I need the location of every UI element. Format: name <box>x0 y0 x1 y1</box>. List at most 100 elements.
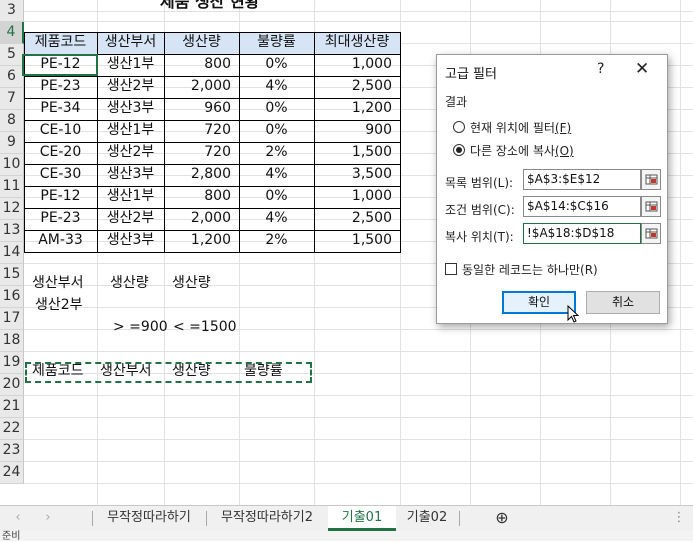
table-cell[interactable]: 생산3부 <box>97 164 164 186</box>
table-cell[interactable]: 2,000 <box>164 76 239 98</box>
row-header-22[interactable]: 22 <box>0 418 24 440</box>
table-cell[interactable]: PE-23 <box>24 208 97 230</box>
row-header-9[interactable]: 9 <box>0 132 24 154</box>
ok-button[interactable]: 확인 <box>502 291 576 314</box>
table-header-cell[interactable]: 생산부서 <box>97 32 164 54</box>
row-header-21[interactable]: 21 <box>0 396 24 418</box>
table-cell[interactable]: 4% <box>239 208 314 230</box>
criteria-header-qty2[interactable]: 생산량 <box>164 273 244 295</box>
row-header-23[interactable]: 23 <box>0 440 24 462</box>
radio-copy-to-other-label[interactable]: 다른 장소에 복사(O) <box>470 142 574 159</box>
copy-to-input[interactable]: !$A$18:$D$18 <box>523 223 641 244</box>
copy-to-ref-button[interactable] <box>641 223 661 244</box>
criteria-value-max[interactable]: < =1500 <box>165 317 245 339</box>
table-cell[interactable]: 생산1부 <box>97 186 164 208</box>
table-cell[interactable]: 1,500 <box>314 142 400 164</box>
table-cell[interactable]: 2,500 <box>314 76 400 98</box>
table-cell[interactable]: 720 <box>164 142 239 164</box>
table-cell[interactable]: AM-33 <box>24 230 97 252</box>
row-header-7[interactable]: 7 <box>0 88 24 110</box>
criteria-range-input[interactable]: $A$14:$C$16 <box>523 196 641 217</box>
table-cell[interactable]: 960 <box>164 98 239 120</box>
table-cell[interactable]: 4% <box>239 76 314 98</box>
table-cell[interactable]: CE-10 <box>24 120 97 142</box>
table-cell[interactable]: 생산3부 <box>97 98 164 120</box>
table-cell[interactable]: 0% <box>239 120 314 142</box>
table-cell[interactable]: 800 <box>164 186 239 208</box>
table-cell[interactable]: 생산1부 <box>97 54 164 76</box>
row-header-12[interactable]: 12 <box>0 198 24 220</box>
table-cell[interactable]: 3,500 <box>314 164 400 186</box>
radio-copy-to-other[interactable] <box>453 144 465 156</box>
table-cell[interactable]: 생산2부 <box>97 208 164 230</box>
radio-filter-in-place[interactable] <box>453 121 465 133</box>
row-header-10[interactable]: 10 <box>0 154 24 176</box>
table-cell[interactable]: 0% <box>239 54 314 76</box>
table-cell[interactable]: CE-30 <box>24 164 97 186</box>
cancel-button[interactable]: 취소 <box>586 291 660 314</box>
row-header-16[interactable]: 16 <box>0 286 24 308</box>
row-header-24[interactable]: 24 <box>0 462 24 484</box>
row-header-18[interactable]: 18 <box>0 330 24 352</box>
table-header-cell[interactable]: 최대생산량 <box>314 32 400 54</box>
list-range-ref-button[interactable] <box>641 169 661 190</box>
table-cell[interactable]: 생산1부 <box>97 120 164 142</box>
table-cell[interactable]: PE-34 <box>24 98 97 120</box>
table-cell[interactable]: 2,800 <box>164 164 239 186</box>
table-cell[interactable]: PE-12 <box>24 186 97 208</box>
table-cell[interactable]: 1,000 <box>314 54 400 76</box>
table-cell[interactable]: 0% <box>239 98 314 120</box>
table-cell[interactable]: CE-20 <box>24 142 97 164</box>
table-cell[interactable]: 생산2부 <box>97 142 164 164</box>
tab-무작정따라하기2[interactable]: 무작정따라하기2 <box>207 506 327 531</box>
table-cell[interactable]: 1,500 <box>314 230 400 252</box>
unique-records-label[interactable]: 동일한 레코드는 하나만(R) <box>462 261 598 278</box>
row-header-17[interactable]: 17 <box>0 308 24 330</box>
table-border <box>24 98 401 99</box>
table-cell[interactable]: 2,000 <box>164 208 239 230</box>
help-icon[interactable]: ? <box>597 61 604 77</box>
list-range-input[interactable]: $A$3:$E$12 <box>523 169 641 190</box>
table-cell[interactable]: 1,000 <box>314 186 400 208</box>
table-cell[interactable]: 0% <box>239 186 314 208</box>
table-header-cell[interactable]: 불량률 <box>239 32 314 54</box>
row-header-8[interactable]: 8 <box>0 110 24 132</box>
table-header-cell[interactable]: 제품코드 <box>24 32 97 54</box>
row-header-15[interactable]: 15 <box>0 264 24 286</box>
criteria-range-ref-button[interactable] <box>641 196 661 217</box>
tab-기출01[interactable]: 기출01 <box>328 506 396 531</box>
table-cell[interactable]: 800 <box>164 54 239 76</box>
row-header-13[interactable]: 13 <box>0 220 24 242</box>
table-cell[interactable]: 900 <box>314 120 400 142</box>
table-header-cell[interactable]: 생산량 <box>164 32 239 54</box>
criteria-header-dept[interactable]: 생산부서 <box>24 273 96 295</box>
range-select-icon <box>645 201 658 212</box>
row-header-3[interactable]: 3 <box>0 0 24 22</box>
tab-무작정따라하기[interactable]: 무작정따라하기 <box>93 506 205 531</box>
close-icon[interactable]: ✕ <box>635 59 649 79</box>
table-cell[interactable]: 2,500 <box>314 208 400 230</box>
table-cell[interactable]: 생산2부 <box>97 76 164 98</box>
radio-filter-in-place-label[interactable]: 현재 위치에 필터(F) <box>470 119 571 136</box>
table-cell[interactable]: 2% <box>239 230 314 252</box>
table-cell[interactable]: 4% <box>239 164 314 186</box>
table-cell[interactable]: 1,200 <box>164 230 239 252</box>
row-header-19[interactable]: 19 <box>0 352 24 374</box>
add-sheet-icon[interactable]: ⊕ <box>490 506 514 531</box>
row-header-11[interactable]: 11 <box>0 176 24 198</box>
row-header-5[interactable]: 5 <box>0 44 24 66</box>
criteria-value-dept[interactable]: 생산2부 <box>27 295 99 317</box>
more-options-icon[interactable]: ⋮ <box>672 506 686 531</box>
scroll-tabs-right-icon[interactable]: › <box>40 506 56 531</box>
row-header-20[interactable]: 20 <box>0 374 24 396</box>
table-cell[interactable]: 720 <box>164 120 239 142</box>
tab-기출02[interactable]: 기출02 <box>396 506 458 531</box>
row-header-14[interactable]: 14 <box>0 242 24 264</box>
row-header-4[interactable]: 4 <box>0 22 24 44</box>
table-cell[interactable]: 2% <box>239 142 314 164</box>
row-header-6[interactable]: 6 <box>0 66 24 88</box>
table-cell[interactable]: 생산3부 <box>97 230 164 252</box>
unique-records-checkbox[interactable] <box>445 263 457 275</box>
table-cell[interactable]: 1,200 <box>314 98 400 120</box>
table-cell[interactable]: PE-23 <box>24 76 97 98</box>
